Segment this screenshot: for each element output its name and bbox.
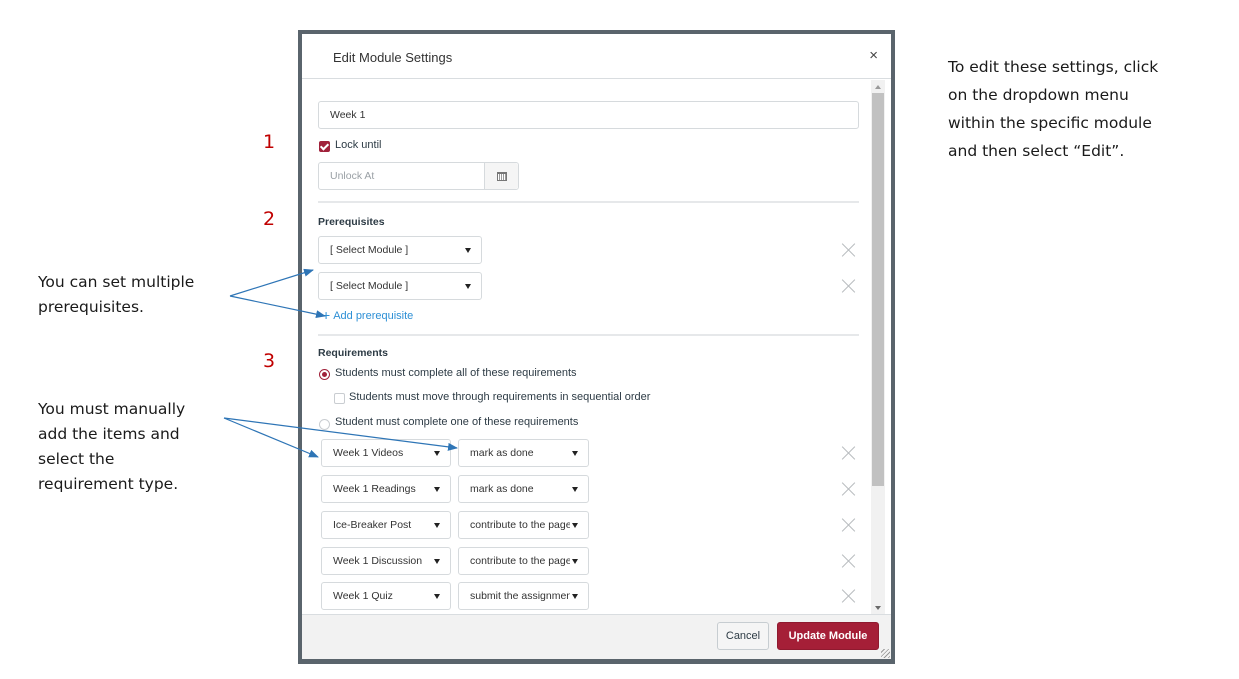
chevron-down-icon	[465, 248, 471, 253]
remove-prerequisite-icon[interactable]	[842, 243, 856, 257]
callout-line: and then select “Edit”.	[948, 142, 1125, 160]
scroll-down-arrow-icon[interactable]	[875, 606, 881, 610]
dialog-body: Week 1 Lock until Unlock At Prerequisite…	[302, 80, 891, 614]
chevron-down-icon	[434, 487, 440, 492]
module-name-value: Week 1	[330, 109, 366, 121]
remove-requirement-icon[interactable]	[842, 518, 856, 532]
requirement-type-select[interactable]: contribute to the page	[458, 511, 589, 539]
callout-instructions: To edit these settings, click on the dro…	[948, 53, 1158, 165]
cancel-button[interactable]: Cancel	[717, 622, 769, 650]
prerequisite-select[interactable]: [ Select Module ]	[318, 236, 482, 264]
sequential-order-checkbox[interactable]	[334, 393, 345, 404]
requirement-type-value: contribute to the page	[470, 519, 570, 531]
callout-prerequisites: You can set multiple prerequisites.	[38, 270, 194, 320]
prerequisites-heading: Prerequisites	[318, 216, 385, 228]
dialog-frame: Edit Module Settings × Week 1 Lock until…	[298, 30, 895, 664]
chevron-down-icon	[572, 487, 578, 492]
requirement-type-select[interactable]: submit the assignment	[458, 582, 589, 610]
remove-prerequisite-icon[interactable]	[842, 279, 856, 293]
complete-all-label: Students must complete all of these requ…	[335, 367, 577, 379]
requirement-type-value: mark as done	[470, 447, 534, 459]
callout-requirements: You must manually add the items and sele…	[38, 397, 185, 497]
requirement-type-value: contribute to the page	[470, 555, 570, 567]
section-divider	[318, 201, 859, 203]
callout-line: You must manually	[38, 400, 186, 418]
requirement-type-select[interactable]: mark as done	[458, 439, 589, 467]
add-prerequisite-link[interactable]: + Add prerequisite	[322, 307, 413, 323]
requirement-item-select[interactable]: Week 1 Readings	[321, 475, 451, 503]
step-number-2: 2	[263, 208, 276, 230]
remove-requirement-icon[interactable]	[842, 446, 856, 460]
complete-one-label: Student must complete one of these requi…	[335, 416, 579, 428]
lock-until-label: Lock until	[335, 139, 382, 151]
chevron-down-icon	[572, 559, 578, 564]
requirement-item-select[interactable]: Week 1 Quiz	[321, 582, 451, 610]
remove-requirement-icon[interactable]	[842, 589, 856, 603]
dialog-title: Edit Module Settings	[333, 50, 453, 65]
callout-line: requirement type.	[38, 475, 179, 493]
dialog-footer: Cancel Update Module	[302, 614, 891, 659]
dialog-header: Edit Module Settings ×	[302, 34, 891, 79]
requirement-item-value: Ice-Breaker Post	[333, 519, 412, 531]
chevron-down-icon	[434, 523, 440, 528]
unlock-at-placeholder: Unlock At	[330, 170, 375, 182]
chevron-down-icon	[434, 559, 440, 564]
resize-grip-icon[interactable]	[881, 649, 890, 658]
chevron-down-icon	[572, 451, 578, 456]
complete-all-radio[interactable]	[319, 369, 330, 380]
requirement-item-select[interactable]: Ice-Breaker Post	[321, 511, 451, 539]
callout-line: To edit these settings, click	[948, 58, 1159, 76]
callout-line: within the specific module	[948, 114, 1152, 132]
callout-line: prerequisites.	[38, 298, 144, 316]
scrollbar-thumb[interactable]	[872, 93, 884, 486]
requirement-item-value: Week 1 Quiz	[333, 590, 393, 602]
callout-line: add the items and	[38, 425, 180, 443]
requirement-item-select[interactable]: Week 1 Videos	[321, 439, 451, 467]
unlock-at-input[interactable]: Unlock At	[318, 162, 519, 190]
scrollbar[interactable]	[871, 80, 885, 614]
chevron-down-icon	[572, 523, 578, 528]
add-prerequisite-label: Add prerequisite	[333, 310, 414, 322]
requirement-item-value: Week 1 Readings	[333, 483, 416, 495]
close-icon[interactable]: ×	[869, 48, 878, 63]
requirement-type-value: mark as done	[470, 483, 534, 495]
step-number-3: 3	[263, 350, 276, 372]
complete-one-radio[interactable]	[319, 419, 330, 430]
edit-module-dialog: Edit Module Settings × Week 1 Lock until…	[302, 34, 891, 659]
requirements-heading: Requirements	[318, 347, 389, 359]
chevron-down-icon	[434, 451, 440, 456]
callout-line: You can set multiple	[38, 273, 195, 291]
date-picker-button[interactable]	[484, 163, 518, 189]
calendar-icon	[497, 172, 507, 181]
requirement-type-value: submit the assignment	[470, 590, 570, 602]
update-module-button[interactable]: Update Module	[777, 622, 879, 650]
requirement-item-value: Week 1 Videos	[333, 447, 404, 459]
remove-requirement-icon[interactable]	[842, 482, 856, 496]
remove-requirement-icon[interactable]	[842, 554, 856, 568]
callout-line: select the	[38, 450, 115, 468]
chevron-down-icon	[572, 594, 578, 599]
module-name-input[interactable]: Week 1	[318, 101, 859, 129]
scroll-up-arrow-icon[interactable]	[875, 85, 881, 89]
lock-until-checkbox[interactable]	[319, 141, 330, 152]
requirement-item-value: Week 1 Discussion	[333, 555, 423, 567]
chevron-down-icon	[434, 594, 440, 599]
prerequisite-select-value: [ Select Module ]	[330, 280, 409, 292]
prerequisite-select[interactable]: [ Select Module ]	[318, 272, 482, 300]
section-divider	[318, 334, 859, 336]
requirement-type-select[interactable]: contribute to the page	[458, 547, 589, 575]
sequential-order-label: Students must move through requirements …	[349, 391, 651, 403]
step-number-1: 1	[263, 131, 276, 153]
requirement-item-select[interactable]: Week 1 Discussion	[321, 547, 451, 575]
plus-icon: +	[322, 307, 331, 323]
callout-line: on the dropdown menu	[948, 86, 1129, 104]
prerequisite-select-value: [ Select Module ]	[330, 244, 409, 256]
requirement-type-select[interactable]: mark as done	[458, 475, 589, 503]
chevron-down-icon	[465, 284, 471, 289]
